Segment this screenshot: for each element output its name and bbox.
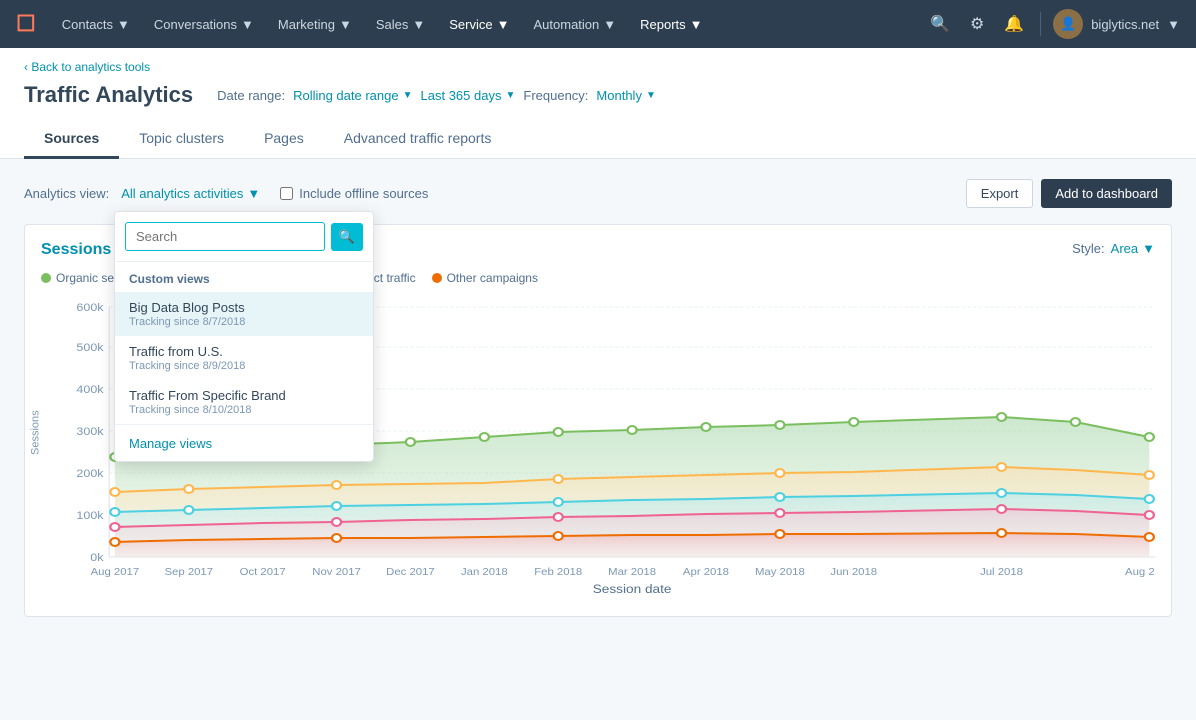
chevron-down-icon: ▼ xyxy=(247,186,260,201)
analytics-view-dropdown-panel: 🔍 Custom views Big Data Blog Posts Track… xyxy=(114,211,374,462)
nav-marketing[interactable]: Marketing ▼ xyxy=(268,11,362,38)
style-selector: Style: Area ▼ xyxy=(1072,241,1155,256)
svg-text:200k: 200k xyxy=(76,468,103,480)
chevron-down-icon: ▼ xyxy=(505,90,515,101)
chevron-down-icon: ▼ xyxy=(646,90,656,101)
nav-conversations[interactable]: Conversations ▼ xyxy=(144,11,264,38)
svg-text:300k: 300k xyxy=(76,426,103,438)
tab-advanced[interactable]: Advanced traffic reports xyxy=(324,120,512,159)
dropdown-item-us-traffic[interactable]: Traffic from U.S. Tracking since 8/9/201… xyxy=(115,336,373,380)
svg-text:Aug 2018: Aug 2018 xyxy=(1125,567,1155,578)
breadcrumb[interactable]: Back to analytics tools xyxy=(24,60,1172,74)
dropdown-footer: Manage views xyxy=(115,424,373,461)
nav-sales[interactable]: Sales ▼ xyxy=(366,11,435,38)
svg-text:Nov 2017: Nov 2017 xyxy=(312,567,361,578)
search-input[interactable] xyxy=(125,222,325,251)
svg-text:100k: 100k xyxy=(76,510,103,522)
analytics-view-label: Analytics view: xyxy=(24,186,109,201)
content-area: Analytics view: All analytics activities… xyxy=(0,159,1196,637)
notifications-icon[interactable]: 🔔 xyxy=(1000,10,1028,38)
topnav-right: 🔍 ⚙ 🔔 👤 biglytics.net ▼ xyxy=(926,9,1180,39)
svg-text:Dec 2017: Dec 2017 xyxy=(386,567,435,578)
nav-divider xyxy=(1040,12,1041,36)
search-icon[interactable]: 🔍 xyxy=(926,10,954,38)
chevron-down-icon: ▼ xyxy=(1142,241,1155,256)
svg-text:Jun 2018: Jun 2018 xyxy=(830,567,877,578)
tab-sources[interactable]: Sources xyxy=(24,120,119,159)
y-axis-label: Sessions xyxy=(29,410,41,455)
nav-service[interactable]: Service ▼ xyxy=(439,11,519,38)
date-range-dropdown[interactable]: Rolling date range ▼ xyxy=(293,88,412,103)
filter-row: Date range: Rolling date range ▼ Last 36… xyxy=(217,88,656,103)
offline-sources-label: Include offline sources xyxy=(280,186,428,201)
page-title-row: Traffic Analytics Date range: Rolling da… xyxy=(24,82,1172,108)
frequency-dropdown[interactable]: Monthly ▼ xyxy=(596,88,655,103)
avatar: 👤 xyxy=(1053,9,1083,39)
chevron-down-icon: ▼ xyxy=(403,90,413,101)
nav-reports[interactable]: Reports ▼ xyxy=(630,11,712,38)
svg-text:0k: 0k xyxy=(90,552,103,564)
dropdown-item-big-data[interactable]: Big Data Blog Posts Tracking since 8/7/2… xyxy=(115,292,373,336)
svg-text:May 2018: May 2018 xyxy=(755,567,805,578)
svg-text:Oct 2017: Oct 2017 xyxy=(240,567,286,578)
svg-text:Jan 2018: Jan 2018 xyxy=(461,567,508,578)
svg-text:400k: 400k xyxy=(76,384,103,396)
hubspot-logo[interactable]: ☐ xyxy=(16,11,36,37)
analytics-view-dropdown[interactable]: All analytics activities ▼ xyxy=(121,186,260,201)
frequency-label: Frequency: xyxy=(523,88,588,103)
subheader: Back to analytics tools Traffic Analytic… xyxy=(0,48,1196,159)
svg-text:Mar 2018: Mar 2018 xyxy=(608,567,656,578)
top-navigation: ☐ Contacts ▼ Conversations ▼ Marketing ▼… xyxy=(0,0,1196,48)
page-title: Traffic Analytics xyxy=(24,82,193,108)
settings-icon[interactable]: ⚙ xyxy=(966,10,988,38)
nav-contacts[interactable]: Contacts ▼ xyxy=(52,11,140,38)
svg-text:Session date: Session date xyxy=(593,582,672,596)
nav-automation[interactable]: Automation ▼ xyxy=(524,11,627,38)
user-menu[interactable]: 👤 biglytics.net ▼ xyxy=(1053,9,1180,39)
period-dropdown[interactable]: Last 365 days ▼ xyxy=(421,88,516,103)
tabs: Sources Topic clusters Pages Advanced tr… xyxy=(24,120,1172,158)
svg-text:Apr 2018: Apr 2018 xyxy=(683,567,729,578)
svg-text:600k: 600k xyxy=(76,302,103,314)
style-dropdown[interactable]: Area ▼ xyxy=(1111,241,1155,256)
dropdown-search-row: 🔍 xyxy=(115,212,373,262)
svg-text:Jul 2018: Jul 2018 xyxy=(980,567,1023,578)
export-button[interactable]: Export xyxy=(966,179,1034,208)
custom-views-section-label: Custom views xyxy=(115,262,373,292)
legend-dot-other xyxy=(432,273,442,283)
legend-dot-organic xyxy=(41,273,51,283)
svg-text:Aug 2017: Aug 2017 xyxy=(91,567,140,578)
tab-topic-clusters[interactable]: Topic clusters xyxy=(119,120,244,159)
dropdown-item-brand-traffic[interactable]: Traffic From Specific Brand Tracking sin… xyxy=(115,380,373,424)
search-icon[interactable]: 🔍 xyxy=(331,223,363,251)
add-to-dashboard-button[interactable]: Add to dashboard xyxy=(1041,179,1172,208)
tab-pages[interactable]: Pages xyxy=(244,120,324,159)
manage-views-link[interactable]: Manage views xyxy=(129,436,212,451)
svg-text:Feb 2018: Feb 2018 xyxy=(534,567,582,578)
offline-sources-checkbox[interactable] xyxy=(280,187,293,200)
svg-text:Sep 2017: Sep 2017 xyxy=(164,567,213,578)
legend-other-campaigns: Other campaigns xyxy=(432,271,538,285)
svg-text:500k: 500k xyxy=(76,342,103,354)
date-range-label: Date range: xyxy=(217,88,285,103)
analytics-actions: Export Add to dashboard xyxy=(966,179,1172,208)
analytics-bar: Analytics view: All analytics activities… xyxy=(24,179,1172,208)
dropdown-list: Custom views Big Data Blog Posts Trackin… xyxy=(115,262,373,424)
